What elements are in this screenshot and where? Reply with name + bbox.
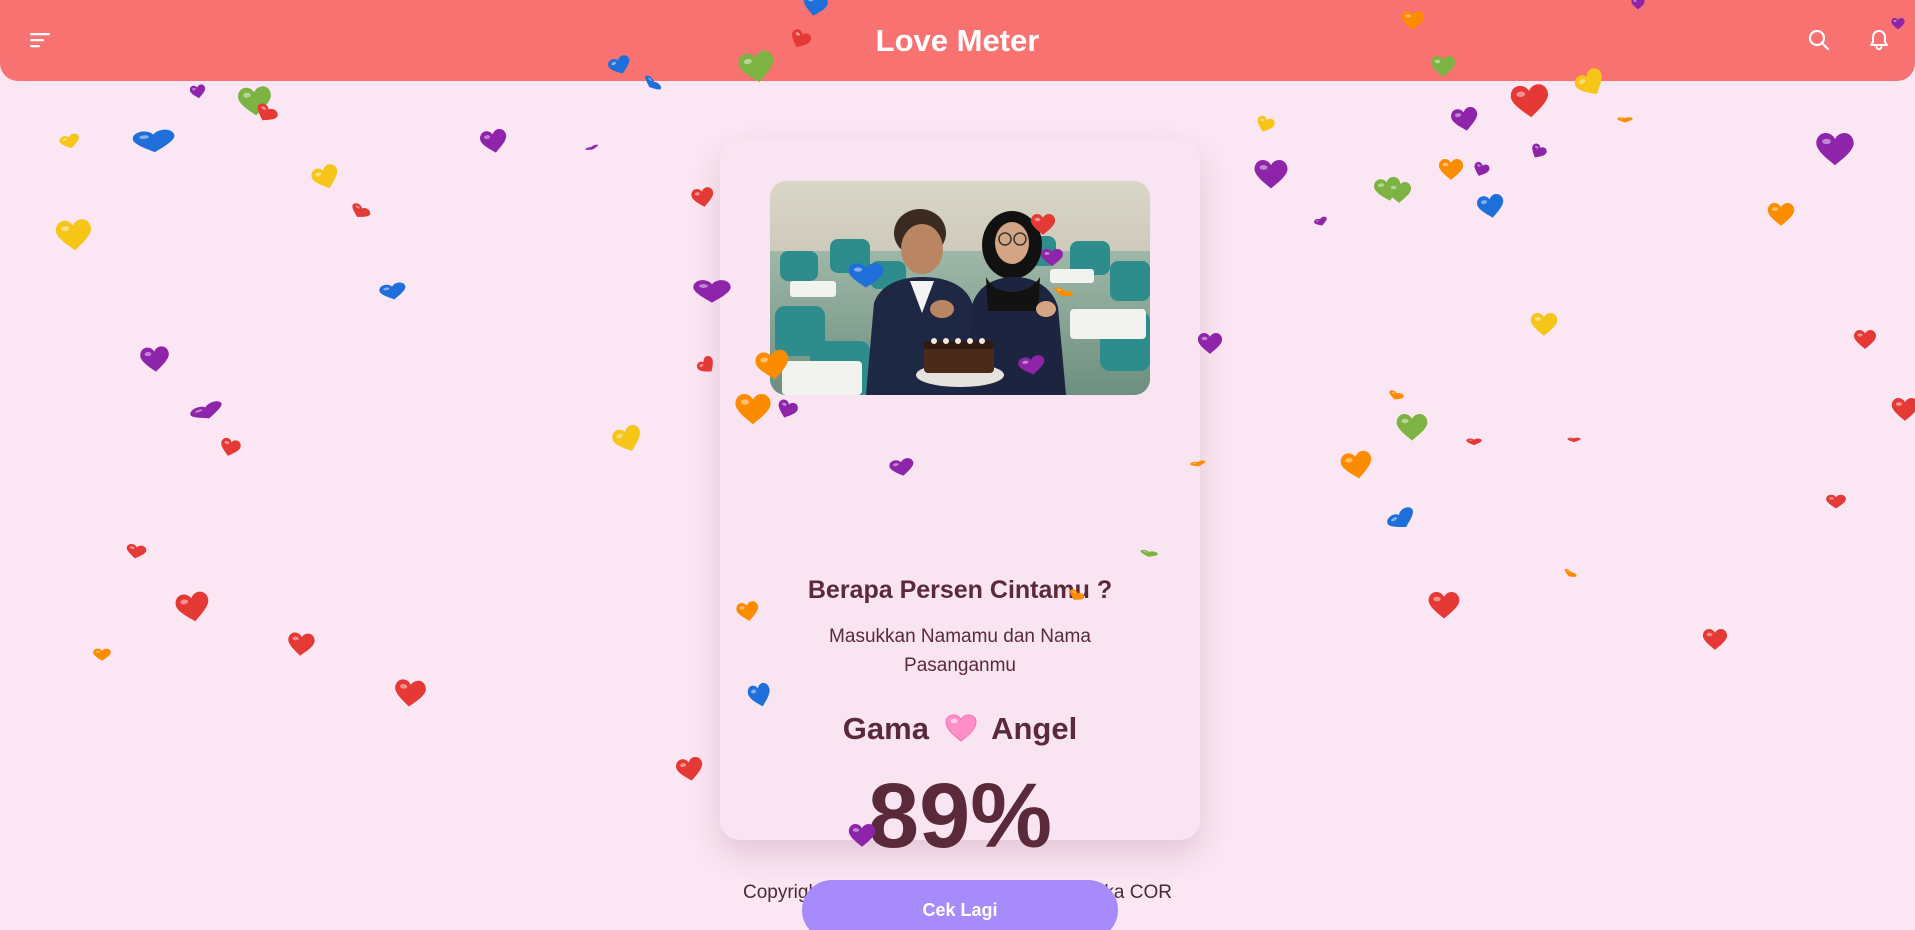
confetti-heart [58,132,82,151]
confetti-heart [1891,398,1915,421]
confetti-heart [1702,629,1728,650]
confetti-heart [1562,568,1578,580]
confetti-heart [378,281,408,302]
confetti-heart [1372,175,1403,203]
confetti-heart [1438,159,1464,180]
confetti-heart [1197,333,1223,354]
confetti-heart [1509,83,1550,119]
couple-names: Gama Angel [720,711,1200,751]
confetti-heart [125,543,147,561]
confetti-heart [1617,117,1633,123]
confetti-heart [237,85,273,117]
confetti-heart [1530,313,1558,336]
second-name: Angel [991,711,1078,746]
confetti-heart [55,218,93,252]
card-subtitle: Masukkan Namamu dan Nama Pasanganmu [829,626,1091,676]
bell-icon [1870,30,1888,51]
notification-button[interactable] [1861,22,1897,58]
confetti-heart [1254,160,1288,189]
app-title: Love Meter [875,23,1040,58]
confetti-heart [690,186,716,209]
love-meter-page: Love Meter Berapa Persen Cintamu ? Masuk… [0,0,1915,930]
confetti-heart [674,755,705,783]
confetti-heart [1385,504,1419,535]
confetti-heart [695,354,719,378]
confetti-heart [1339,449,1375,482]
confetti-heart [93,648,111,661]
confetti-heart [218,436,242,459]
confetti-heart [348,201,372,222]
couple-photo [770,181,1150,395]
confetti-heart [1386,182,1412,203]
confetti-heart [1471,160,1491,179]
confetti-heart [393,678,427,708]
confetti-heart [478,127,509,155]
confetti-heart [1567,437,1581,443]
confetti-heart [1854,330,1876,349]
confetti-heart [1396,414,1428,441]
top-app-bar: Love Meter [0,0,1915,81]
confetti-heart [1387,389,1405,403]
love-result-card: Berapa Persen Cintamu ? Masukkan Namamu … [720,140,1200,930]
first-name: Gama [842,711,929,746]
confetti-heart [1816,133,1854,166]
confetti-heart [1528,142,1549,162]
confetti-heart [1428,592,1460,619]
check-again-button[interactable]: Cek Lagi [802,880,1118,930]
confetti-heart [1475,192,1506,220]
confetti-heart [1826,494,1846,509]
confetti-heart [189,83,207,100]
confetti-heart [1466,438,1482,446]
love-percentage: 89% [867,765,1053,867]
confetti-heart [139,345,171,373]
search-button[interactable] [1801,22,1837,58]
confetti-heart [286,631,316,657]
pink-heart-icon [944,713,978,751]
confetti-heart [174,590,212,625]
card-title: Berapa Persen Cintamu ? [807,576,1113,604]
confetti-heart [309,162,343,193]
confetti-heart [1313,215,1329,228]
confetti-heart [1767,203,1795,226]
search-icon [1808,29,1830,51]
confetti-heart [1449,105,1480,133]
confetti-heart [610,422,646,456]
confetti-heart [252,101,280,126]
confetti-heart [585,144,599,152]
confetti-heart [188,399,225,424]
confetti-heart [1254,114,1277,135]
confetti-heart [132,128,176,155]
